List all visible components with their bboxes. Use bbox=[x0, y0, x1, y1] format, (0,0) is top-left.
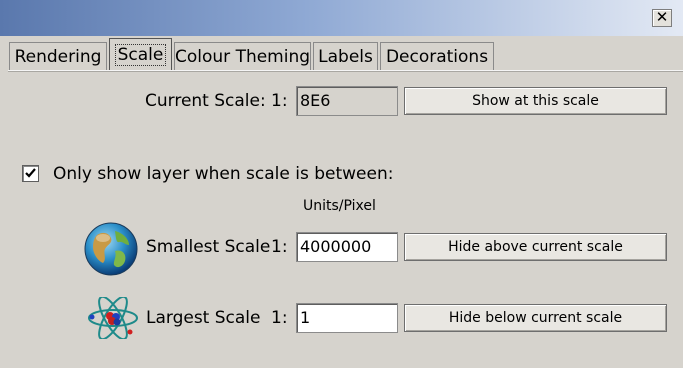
tab-labels[interactable]: Labels bbox=[313, 42, 378, 70]
tab-decorations[interactable]: Decorations bbox=[380, 42, 494, 70]
largest-scale-prefix: 1: bbox=[271, 308, 288, 328]
only-show-label: Only show layer when scale is between: bbox=[53, 164, 394, 184]
show-at-this-scale-button[interactable]: Show at this scale bbox=[404, 87, 667, 115]
globe-icon bbox=[84, 222, 138, 276]
smallest-scale-input[interactable]: 4000000 bbox=[296, 232, 398, 262]
tab-colour-theming[interactable]: Colour Theming bbox=[174, 42, 311, 70]
hide-below-current-scale-button[interactable]: Hide below current scale bbox=[404, 304, 667, 332]
atom-icon bbox=[88, 297, 138, 339]
tab-divider-shadow bbox=[8, 71, 683, 72]
largest-scale-label: Largest Scale bbox=[146, 308, 261, 328]
units-per-pixel-label: Units/Pixel bbox=[303, 198, 376, 214]
current-scale-prefix: 1: bbox=[271, 91, 288, 111]
current-scale-label: Current Scale: bbox=[145, 91, 266, 111]
title-bar: ✕ bbox=[0, 0, 683, 36]
smallest-scale-prefix: 1: bbox=[271, 237, 288, 257]
current-scale-field: 8E6 bbox=[296, 86, 398, 116]
hide-above-current-scale-button[interactable]: Hide above current scale bbox=[404, 233, 667, 261]
largest-scale-input[interactable]: 1 bbox=[296, 303, 398, 333]
only-show-checkbox[interactable] bbox=[22, 165, 39, 182]
smallest-scale-label: Smallest Scale bbox=[146, 237, 271, 257]
close-button[interactable]: ✕ bbox=[652, 9, 672, 27]
checkmark-icon bbox=[25, 168, 36, 178]
tab-rendering[interactable]: Rendering bbox=[9, 42, 107, 70]
tab-scale[interactable]: Scale bbox=[109, 38, 172, 71]
